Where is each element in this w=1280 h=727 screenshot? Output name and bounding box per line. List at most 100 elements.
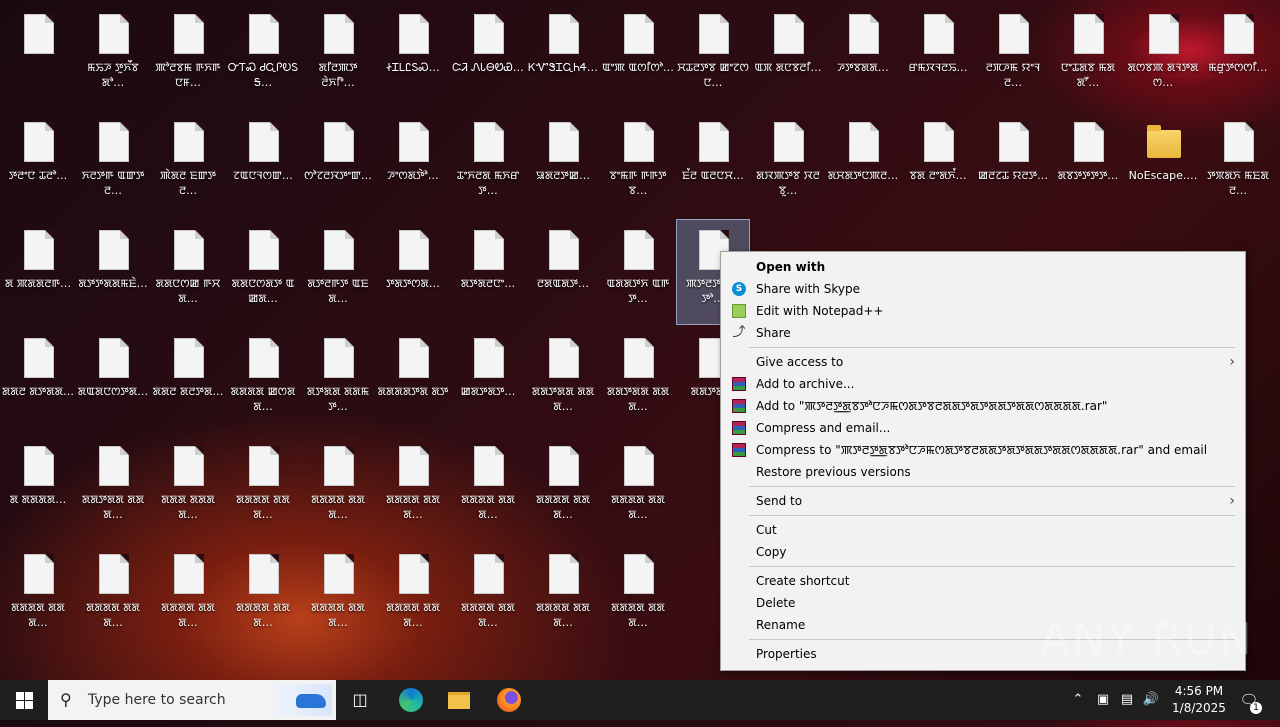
start-button[interactable] bbox=[0, 680, 48, 720]
desktop-file[interactable]: ꯗꯗꯂ ꯗꯂꯇꯗ… bbox=[152, 328, 224, 432]
desktop-file[interactable]: ꯑꯦꯄ ꯑꯁꯤꯁꯣ… bbox=[602, 4, 674, 108]
desktop-file[interactable]: ꯈꯂꯇꯒ ꯑꯛꯇꯂ… bbox=[77, 112, 149, 216]
task-view-button[interactable]: ◫ bbox=[336, 680, 384, 720]
desktop-file[interactable]: ꯕꯦꯃꯒ ꯒꯒꯇꯕ… bbox=[602, 112, 674, 216]
desktop-file[interactable]: ꯐꯪꯂ ꯑꯂꯅꯆ… bbox=[677, 112, 749, 216]
desktop-file[interactable]: ꯗꯗꯗꯗ ꯗꯗꯗ… bbox=[452, 544, 524, 648]
desktop-file[interactable]: ꯗꯗꯗꯗ ꯗꯗꯗ… bbox=[227, 436, 299, 540]
menu-item-compress-and-email[interactable]: Compress and email... bbox=[721, 417, 1245, 439]
desktop-file[interactable]: ꯗꯤꯂꯄꯇ ꯂꯥꯈꯤꯣ… bbox=[302, 4, 374, 108]
desktop-file[interactable]: ꯗꯗꯗꯗ ꯗꯗꯗ… bbox=[452, 436, 524, 540]
volume-icon[interactable]: 🔊 bbox=[1140, 680, 1162, 720]
desktop-file[interactable]: ᏐᏆᏞᏝᏚᏍ… bbox=[377, 4, 449, 108]
desktop-file[interactable] bbox=[2, 4, 74, 108]
desktop-file[interactable]: ꯀꯗꯇꯗꯇ… bbox=[452, 328, 524, 432]
desktop-file[interactable]: ꯗꯗꯗꯗ ꯀꯁꯗꯗ… bbox=[227, 328, 299, 432]
desktop-file[interactable]: ꯄꯥꯗꯂ ꯐꯛꯇꯂ… bbox=[152, 112, 224, 216]
desktop-file[interactable]: ꯗꯗꯗ ꯗꯗꯗꯗ… bbox=[152, 436, 224, 540]
desktop-file[interactable]: ꯗꯇꯇꯗꯗꯃꯐꯥ… bbox=[77, 220, 149, 324]
desktop-file[interactable]: ꯗꯗꯂ ꯗꯇꯗꯗ… bbox=[2, 328, 74, 432]
desktop-file[interactable]: ꯑꯞ ꯗꯅꯕꯂꯤ… bbox=[752, 4, 824, 108]
desktop-file[interactable]: ꯔꯃꯋꯜꯂꯢ… bbox=[902, 4, 974, 108]
desktop-file[interactable]: ꯗꯗꯗꯗ ꯗꯗꯗ… bbox=[377, 436, 449, 540]
desktop-file[interactable]: ꯗꯗꯇꯗꯗ ꯗꯗꯗ… bbox=[602, 328, 674, 432]
menu-item-add-to-archive[interactable]: Add to archive... bbox=[721, 373, 1245, 395]
menu-item-send-to[interactable]: Send to › bbox=[721, 490, 1245, 512]
desktop-file[interactable]: ꯗꯁꯕꯄ ꯗꯜꯇꯗꯁ… bbox=[1127, 4, 1199, 108]
desktop-file[interactable]: ꯇꯗꯇꯁꯗ… bbox=[377, 220, 449, 324]
desktop-file[interactable]: ꯗ ꯄꯗꯗꯂꯒ… bbox=[2, 220, 74, 324]
desktop-file[interactable]: ꯗꯇꯗꯂꯅꯦ… bbox=[452, 220, 524, 324]
desktop-file[interactable]: ᏦᏉᏕᏆᏩᏂᏎ… bbox=[527, 4, 599, 108]
desktop-file[interactable]: ꯗꯗꯗꯗ ꯗꯗꯗ… bbox=[527, 544, 599, 648]
desktop-file[interactable]: ꯗꯆꯗꯇꯅꯄꯂ… bbox=[827, 112, 899, 216]
desktop-file[interactable]: ꯗꯗꯇꯗꯗ ꯗꯗꯗ… bbox=[77, 436, 149, 540]
menu-item-cut[interactable]: Cut bbox=[721, 519, 1245, 541]
menu-item-open-with[interactable]: Open with bbox=[721, 256, 1245, 278]
desktop-file[interactable]: ꯗ ꯗꯗꯗꯗ… bbox=[2, 436, 74, 540]
desktop-file[interactable]: ꯍꯦꯁꯗꯇꯥꯣ… bbox=[377, 112, 449, 216]
desktop-file[interactable]: ꯇꯞꯗꯈ ꯃꯐꯗꯂ… bbox=[1202, 112, 1274, 216]
desktop-file[interactable]: ꯁꯣꯖꯂꯋꯇꯦꯛ… bbox=[302, 112, 374, 216]
desktop-file[interactable]: ꯗꯗꯗꯗ ꯗꯗꯗ… bbox=[377, 544, 449, 648]
desktop-folder[interactable]: NoEscape.… bbox=[1127, 112, 1199, 216]
taskbar-search-box[interactable]: ⚲ Type here to search bbox=[48, 680, 336, 720]
desktop-file[interactable]: ꯗꯗꯗꯗ ꯗꯗꯗ… bbox=[77, 544, 149, 648]
desktop-file[interactable]: ꯗꯗꯅꯁꯀ ꯒꯆꯗ… bbox=[152, 220, 224, 324]
desktop-file[interactable]: ꯗꯗꯅꯁꯗꯇ ꯑꯀꯗ… bbox=[227, 220, 299, 324]
menu-item-add-to-file[interactable]: Add to "ꯄꯇꯂꯇ꯭ꯗꯕꯇꯣꯅꯍꯃꯁꯗꯇꯕꯂꯗꯗꯇꯗꯇꯗꯗꯇꯗꯗꯁꯗꯗꯗꯗ… bbox=[721, 395, 1245, 417]
desktop-icon-label: ꯗꯇꯂꯒꯇ ꯑꯐꯗ… bbox=[307, 277, 369, 305]
desktop-file[interactable]: ᏨᏘ ᏁᏓᎾᏬᏯ… bbox=[452, 4, 524, 108]
clock[interactable]: 4:56 PM 1/8/2025 bbox=[1160, 683, 1238, 717]
menu-item-share[interactable]: ⤴ Share bbox=[721, 322, 1245, 344]
desktop-file[interactable]: ꯗꯇꯗꯗ ꯗꯗꯃꯇ… bbox=[302, 328, 374, 432]
desktop-icon-label: ꯊꯦꯈꯂꯗ ꯃꯈꯔꯇ… bbox=[456, 169, 520, 197]
desktop-file[interactable]: ꯗꯇꯂꯒꯇ ꯑꯐꯗ… bbox=[302, 220, 374, 324]
desktop-file[interactable]: ꯗꯗꯗꯗꯇꯗ ꯗꯇ bbox=[377, 328, 449, 432]
desktop-file[interactable]: ꯍꯇꯕꯗꯗ… bbox=[827, 4, 899, 108]
network-icon[interactable]: ▤ bbox=[1116, 680, 1138, 720]
desktop-file[interactable]: ꯗꯗꯗꯗ ꯗꯗꯗ… bbox=[227, 544, 299, 648]
desktop-file[interactable]: ꯗꯗꯗꯗ ꯗꯗꯗ… bbox=[527, 436, 599, 540]
tray-app-icon[interactable]: ▣ bbox=[1092, 680, 1114, 720]
desktop-file[interactable]: ꯅꯦꯊꯗꯕ ꯃꯗꯗꯧ… bbox=[1052, 4, 1124, 108]
desktop-file[interactable]: ꯃꯢꯍ ꯇꯨꯈꯩꯕꯗꯣ… bbox=[77, 4, 149, 108]
desktop-file[interactable]: ꯗꯗꯗꯗ ꯗꯗꯗ… bbox=[2, 544, 74, 648]
desktop-file[interactable]: ꯗꯗꯗꯗ ꯗꯗꯗ… bbox=[302, 544, 374, 648]
desktop-file[interactable]: ꯎꯗꯂꯇꯀ… bbox=[527, 112, 599, 216]
desktop-file[interactable]: ꯑꯗꯗꯇꯈ ꯑꯒꯇ… bbox=[602, 220, 674, 324]
desktop-file[interactable]: ꯄꯣꯂꯕꯃ ꯒꯈꯒꯅꯝ… bbox=[152, 4, 224, 108]
menu-item-copy[interactable]: Copy bbox=[721, 541, 1245, 563]
desktop-file[interactable]: ꯗꯗꯗꯗ ꯗꯗꯗ… bbox=[302, 436, 374, 540]
desktop-file[interactable]: ꯆꯊꯂꯇꯕ ꯀꯦꯖꯁꯅ… bbox=[677, 4, 749, 108]
desktop-file[interactable]: ꯗꯕꯇꯇꯇꯇ… bbox=[1052, 112, 1124, 216]
menu-item-give-access-to[interactable]: Give access to › bbox=[721, 351, 1245, 373]
desktop-file[interactable]: ꯗꯋꯄꯇꯕ ꯋꯂꯕꯨ… bbox=[752, 112, 824, 216]
show-hidden-icons-button[interactable]: ⌃ bbox=[1068, 680, 1088, 720]
desktop-file[interactable]: ꯗꯗꯗꯗ ꯗꯗꯗ… bbox=[602, 436, 674, 540]
desktop-file[interactable]: ꯇꯂꯦꯅ ꯊꯂꯣ… bbox=[2, 112, 74, 216]
desktop-file[interactable]: ꯗꯗꯗꯗ ꯗꯗꯗ… bbox=[152, 544, 224, 648]
desktop-file[interactable]: ꯗꯗꯗꯗ ꯗꯗꯗ… bbox=[602, 544, 674, 648]
menu-item-delete[interactable]: Delete bbox=[721, 592, 1245, 614]
menu-item-edit-with-notepad[interactable]: Edit with Notepad++ bbox=[721, 300, 1245, 322]
desktop-file[interactable]: ꯂꯞꯍꯃ ꯌꯦꯜꯂ… bbox=[977, 4, 1049, 108]
edge-taskbar-button[interactable] bbox=[387, 680, 435, 720]
menu-item-share-with-skype[interactable]: S Share with Skype bbox=[721, 278, 1245, 300]
desktop-file[interactable]: ꯀꯂꯖꯊ ꯌꯂꯇ… bbox=[977, 112, 1049, 216]
desktop-file[interactable]: ᏅᎢᏍ ᏧᏩᎵᎧᏚᎦ… bbox=[227, 4, 299, 108]
menu-item-create-shortcut[interactable]: Create shortcut bbox=[721, 570, 1245, 592]
desktop-file[interactable]: ꯗꯑꯗꯅꯁꯇꯗ… bbox=[77, 328, 149, 432]
desktop-file[interactable]: ꯂꯗꯑꯗꯇ… bbox=[527, 220, 599, 324]
desktop-file[interactable]: ꯖꯑꯅꯜꯁꯛ… bbox=[227, 112, 299, 216]
desktop-file[interactable]: ꯊꯦꯈꯂꯗ ꯃꯈꯔꯇ… bbox=[452, 112, 524, 216]
desktop-file[interactable]: ꯗꯗꯇꯗꯗ ꯗꯗꯗ… bbox=[527, 328, 599, 432]
file-explorer-taskbar-button[interactable] bbox=[435, 680, 483, 720]
winrar-icon bbox=[732, 399, 746, 413]
firefox-taskbar-button[interactable] bbox=[485, 680, 533, 720]
desktop-file[interactable]: ꯕꯗ ꯂꯦꯗꯈꯪ… bbox=[902, 112, 974, 216]
desktop-file[interactable]: ꯃꯔꯨꯇꯁꯁꯤ… bbox=[1202, 4, 1274, 108]
menu-item-compress-to-file-and-email[interactable]: Compress to "ꯄꯇꯂꯇ꯭ꯗꯕꯇꯣꯅꯍꯃꯁꯗꯇꯕꯂꯗꯗꯇꯗꯇꯗꯗꯇꯗꯗ… bbox=[721, 439, 1245, 461]
menu-item-restore-previous-versions[interactable]: Restore previous versions bbox=[721, 461, 1245, 483]
action-center-button[interactable]: 🗨 1 bbox=[1236, 680, 1262, 720]
